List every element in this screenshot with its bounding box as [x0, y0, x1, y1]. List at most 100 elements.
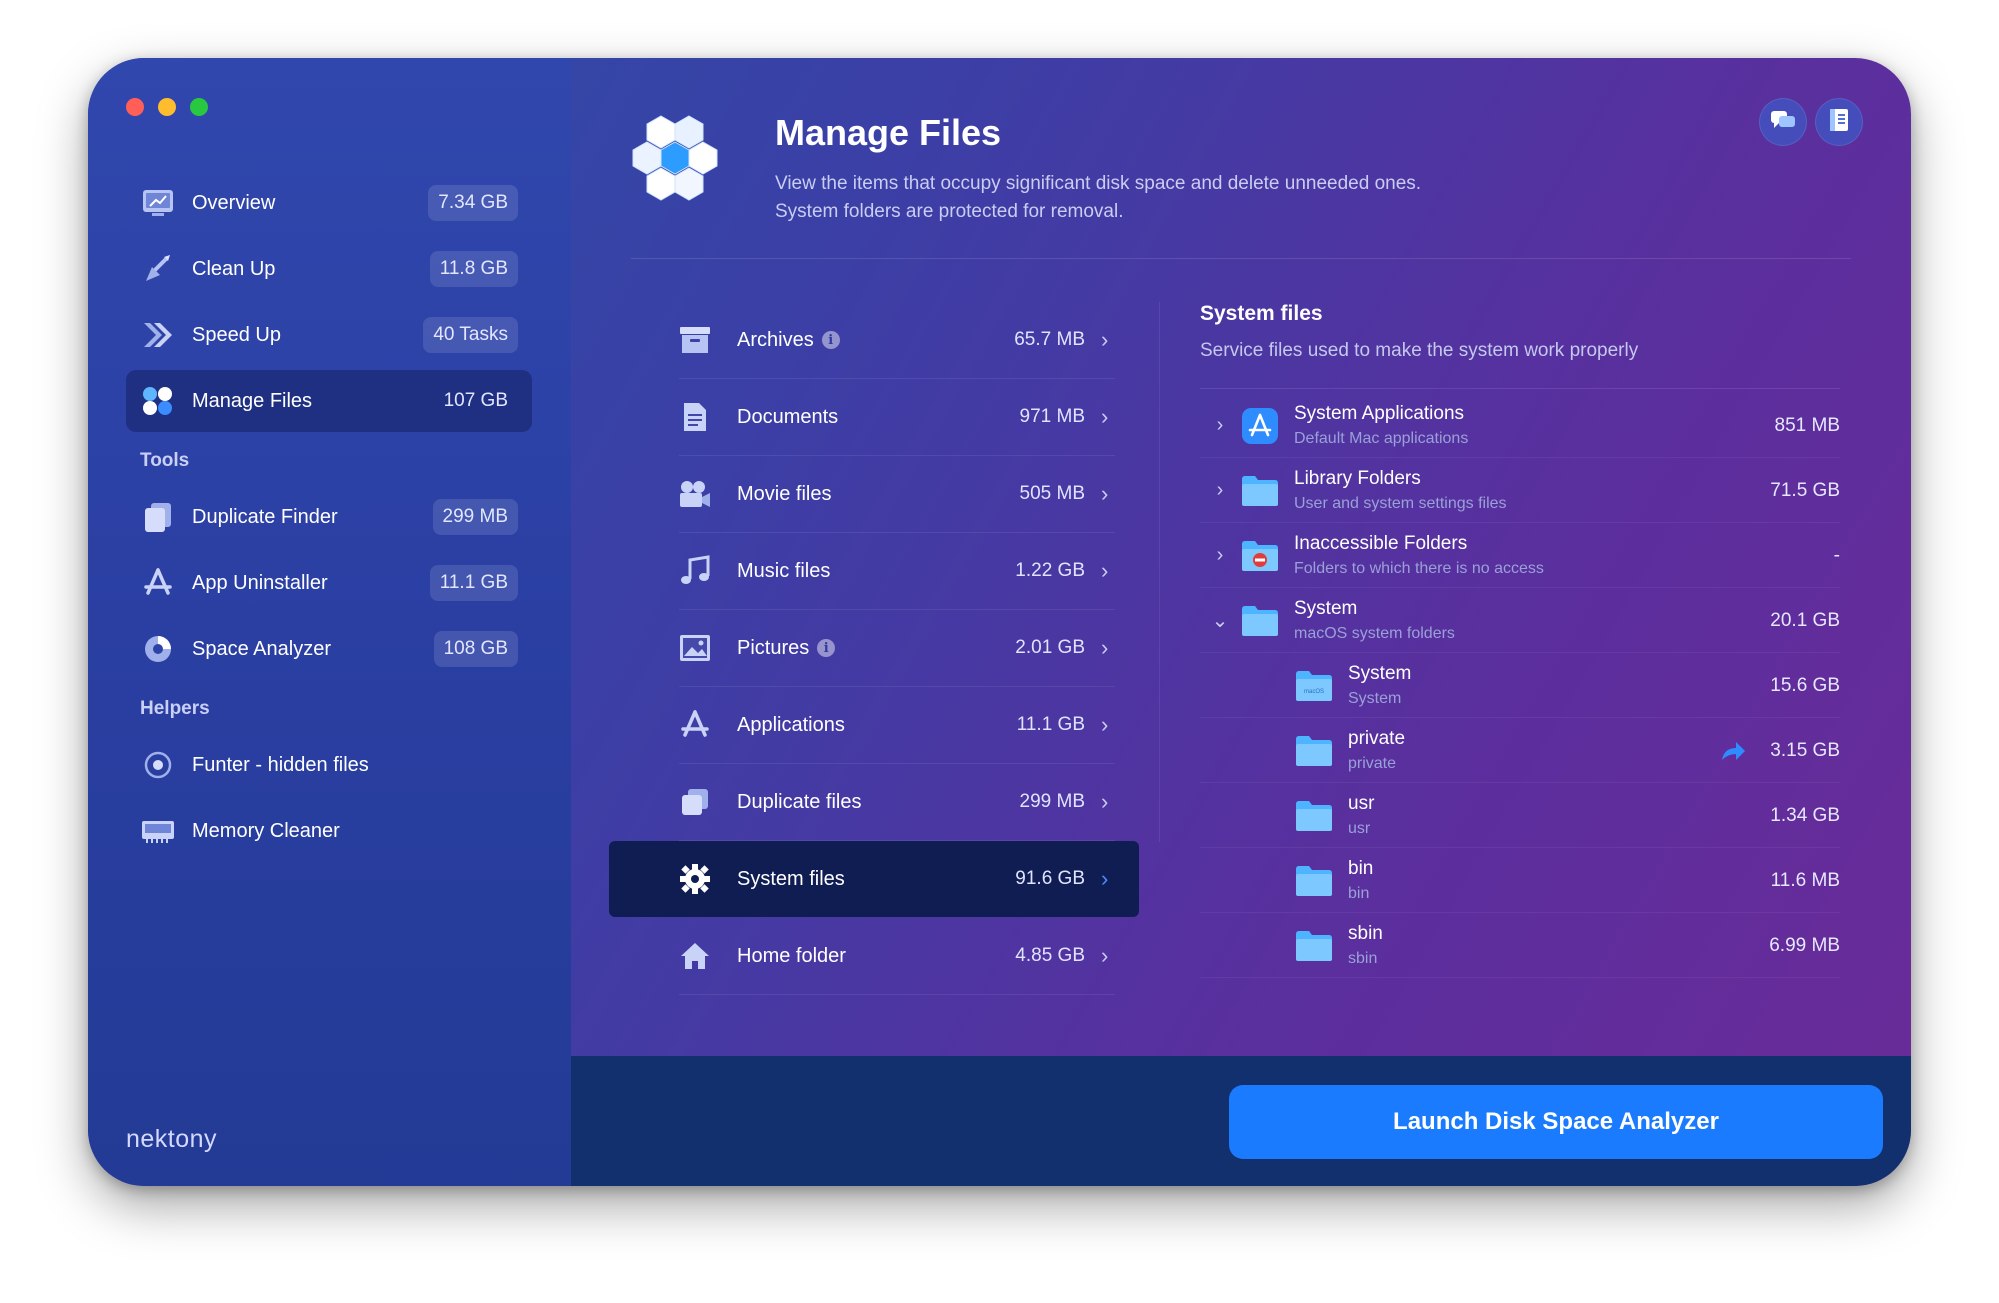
sidebar-item-clean-up[interactable]: Clean Up 11.8 GB [126, 238, 532, 300]
category-label: Documents [737, 405, 839, 428]
footer-bar: Launch Disk Space Analyzer [571, 1056, 1911, 1186]
divider [1200, 388, 1840, 389]
alias-arrow-icon [1716, 740, 1750, 762]
category-label: Applications [737, 713, 845, 736]
launch-disk-space-analyzer-button[interactable]: Launch Disk Space Analyzer [1229, 1085, 1883, 1159]
folder-icon [1294, 731, 1334, 771]
size-badge: 108 GB [433, 631, 518, 667]
sidebar-item-funter[interactable]: Funter - hidden files [126, 734, 532, 796]
info-icon[interactable]: i [821, 331, 840, 349]
book-icon [1828, 108, 1850, 137]
folder-description: usr [1348, 820, 1371, 837]
tools-heading: Tools [140, 450, 190, 471]
overview-icon [140, 185, 176, 221]
memory-icon [140, 813, 176, 849]
sidebar-item-speed-up[interactable]: Speed Up 40 Tasks [126, 304, 532, 366]
subfolder-row[interactable]: private private 3.15 GB [1200, 718, 1840, 783]
chevron-right-icon[interactable]: › [1200, 544, 1240, 567]
divider [1159, 302, 1160, 842]
duplicate-icon [677, 784, 713, 820]
gear-icon [677, 861, 713, 897]
category-applications[interactable]: Applications 11.1 GB › [609, 687, 1139, 764]
chevron-right-icon: › [1101, 558, 1109, 583]
tasks-badge: 40 Tasks [423, 317, 518, 353]
chevron-down-icon[interactable]: ⌄ [1200, 608, 1240, 633]
category-size: 505 MB [1019, 483, 1085, 504]
folder-row[interactable]: › Library Folders User and system settin… [1200, 458, 1840, 523]
folder-name: System Applications [1294, 403, 1465, 424]
window-controls [126, 98, 208, 116]
folder-description: Default Mac applications [1294, 430, 1469, 447]
close-window-button[interactable] [126, 98, 144, 116]
folder-size: 15.6 GB [1770, 674, 1840, 696]
category-system-files[interactable]: System files 91.6 GB › [609, 841, 1139, 917]
detail-subtitle: Service files used to make the system wo… [1200, 340, 1639, 361]
category-size: 91.6 GB [1015, 868, 1085, 889]
subfolder-row[interactable]: usr usr 1.34 GB [1200, 783, 1840, 848]
size-badge: 299 MB [432, 499, 518, 535]
sidebar-item-space-analyzer[interactable]: Space Analyzer 108 GB [126, 618, 532, 680]
subfolder-row[interactable]: bin bin 11.6 MB [1200, 848, 1840, 913]
folder-size: 11.6 MB [1770, 869, 1840, 891]
macos-folder-icon: macOS [1294, 666, 1334, 706]
folder-name: usr [1348, 793, 1375, 814]
category-duplicate-files[interactable]: Duplicate files 299 MB › [609, 764, 1139, 841]
category-pictures[interactable]: Pictures i 2.01 GB › [609, 610, 1139, 687]
size-badge: 107 GB [443, 390, 508, 411]
hexagons-icon [140, 383, 176, 419]
sidebar-item-manage-files[interactable]: Manage Files 107 GB [126, 370, 532, 432]
category-archives[interactable]: Archives i 65.7 MB › [609, 302, 1139, 379]
sidebar-item-label: Space Analyzer [192, 637, 331, 660]
divider [631, 258, 1851, 259]
folder-description: private [1348, 755, 1397, 772]
subfolder-row[interactable]: sbin sbin 6.99 MB [1200, 913, 1840, 978]
app-window: Overview 7.34 GB Clean Up 11.8 GB Speed … [88, 58, 1911, 1186]
zoom-window-button[interactable] [190, 98, 208, 116]
sidebar-item-label: Manage Files [192, 389, 313, 412]
category-home-folder[interactable]: Home folder 4.85 GB › [609, 918, 1139, 995]
folder-description: User and system settings files [1294, 495, 1507, 512]
size-badge: 11.8 GB [429, 251, 518, 287]
category-label: Duplicate files [737, 790, 862, 813]
folder-name: bin [1348, 858, 1374, 879]
detail-title: System files [1200, 302, 1323, 325]
help-button[interactable] [1815, 98, 1863, 146]
subfolder-row[interactable]: macOS System System 15.6 GB [1200, 653, 1840, 718]
category-list: Archives i 65.7 MB › Documents 971 MB › [609, 302, 1139, 995]
detail-pane: System files Service files used to make … [1200, 302, 1840, 978]
sidebar-item-memory-cleaner[interactable]: Memory Cleaner [126, 800, 532, 862]
helpers-heading: Helpers [140, 698, 210, 719]
folder-row[interactable]: › Inaccessible Folders Folders to which … [1200, 523, 1840, 588]
folder-row[interactable]: › System Applications Default Mac applic… [1200, 393, 1840, 458]
chevron-right-icon[interactable]: › [1200, 479, 1240, 502]
info-icon[interactable]: i [817, 639, 836, 657]
restricted-folder-icon [1240, 536, 1280, 576]
folder-size: 851 MB [1774, 414, 1840, 436]
folder-icon [1240, 601, 1280, 641]
sidebar-item-duplicate-finder[interactable]: Duplicate Finder 299 MB [126, 486, 532, 548]
folder-row-expanded[interactable]: ⌄ System macOS system folders 20.1 GB [1200, 588, 1840, 653]
folder-size: 20.1 GB [1770, 609, 1840, 631]
feedback-button[interactable] [1759, 98, 1807, 146]
chevron-right-icon[interactable]: › [1200, 414, 1240, 437]
category-documents[interactable]: Documents 971 MB › [609, 379, 1139, 456]
sidebar-item-label: Funter - hidden files [192, 753, 369, 776]
category-size: 1.22 GB [1015, 560, 1085, 581]
minimize-window-button[interactable] [158, 98, 176, 116]
size-badge: 7.34 GB [428, 185, 518, 221]
folder-icon [1294, 861, 1334, 901]
folder-description: Folders to which there is no access [1294, 560, 1544, 577]
sidebar-item-app-uninstaller[interactable]: App Uninstaller 11.1 GB [126, 552, 532, 614]
hexagons-icon [631, 112, 731, 221]
macos-badge: macOS [1304, 689, 1324, 695]
sidebar-item-label: Overview [192, 191, 276, 214]
sidebar-item-overview[interactable]: Overview 7.34 GB [126, 172, 532, 234]
category-label: Movie files [737, 482, 832, 505]
category-size: 2.01 GB [1015, 637, 1085, 658]
sidebar: Overview 7.34 GB Clean Up 11.8 GB Speed … [88, 58, 571, 1186]
folder-size: - [1833, 544, 1840, 566]
description-line: View the items that occupy significant d… [775, 173, 1422, 194]
category-size: 11.1 GB [1016, 714, 1085, 735]
category-music-files[interactable]: Music files 1.22 GB › [609, 533, 1139, 610]
category-movie-files[interactable]: Movie files 505 MB › [609, 456, 1139, 533]
